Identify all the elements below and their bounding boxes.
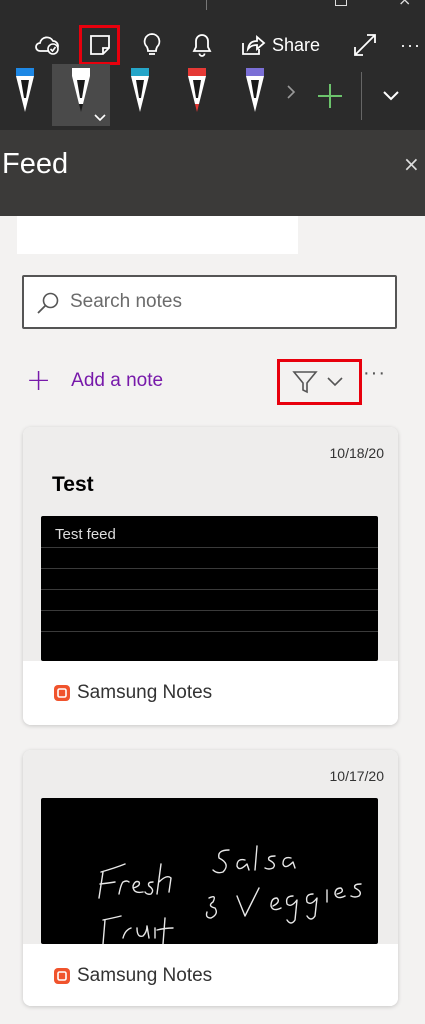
bell-icon [192, 34, 212, 57]
window-close-icon[interactable]: × [398, 0, 411, 8]
sticky-note-icon [89, 35, 110, 55]
pen-red[interactable] [175, 64, 219, 126]
note-source: Samsung Notes [23, 944, 398, 1006]
note-card[interactable]: 10/18/20 Test Test feed Samsung Notes [23, 427, 398, 725]
thumbnail-text: Test feed [55, 526, 116, 543]
title-bar-separator [206, 0, 207, 10]
ruled-line [41, 610, 378, 611]
expand-button[interactable] [350, 28, 380, 62]
note-card-body: 10/18/20 Test Test feed [23, 427, 398, 661]
pen-icon [16, 68, 34, 112]
feed-button[interactable] [79, 25, 120, 65]
expand-icon [354, 34, 376, 56]
note-source: Samsung Notes [23, 661, 398, 725]
chevron-down-icon [94, 114, 106, 122]
note-thumbnail [41, 798, 378, 944]
add-note-button[interactable]: + Add a note [26, 365, 163, 397]
pen-gallery [0, 64, 425, 126]
pen-white-selected[interactable] [52, 64, 110, 126]
chevron-down-icon [327, 377, 343, 387]
plus-icon: + [26, 363, 52, 398]
chevron-down-icon[interactable] [382, 90, 400, 102]
ruled-line [41, 631, 378, 632]
ribbon-toolbar: × Share [0, 0, 425, 130]
note-thumbnail: Test feed [41, 516, 378, 661]
note-source-label: Samsung Notes [77, 682, 213, 703]
pen-icon [72, 68, 90, 112]
feed-banner [17, 216, 298, 254]
search-icon [37, 292, 59, 314]
pen-black-teal-band[interactable] [118, 64, 162, 126]
filter-icon [292, 371, 318, 394]
pen-galaxy[interactable] [233, 64, 277, 126]
handwriting-drawing [98, 845, 362, 944]
ideas-button[interactable] [137, 28, 167, 62]
filter-button[interactable] [277, 359, 362, 405]
share-label: Share [272, 34, 321, 55]
note-date: 10/18/20 [329, 445, 385, 461]
share-icon [242, 35, 266, 55]
search-box[interactable] [22, 275, 397, 329]
share-button[interactable]: Share [240, 28, 325, 62]
pen-icon [188, 68, 206, 112]
ruled-line [41, 547, 378, 548]
feed-title: Feed [2, 148, 69, 180]
window-restore-icon[interactable] [335, 0, 347, 6]
more-options-button[interactable]: ··· [363, 362, 386, 385]
add-note-label: Add a note [71, 370, 164, 391]
chevron-right-icon[interactable] [286, 84, 296, 100]
cloud-sync-icon [35, 36, 59, 55]
samsung-notes-icon [54, 685, 70, 701]
note-card[interactable]: 10/17/20 Samsung Notes [23, 750, 398, 1006]
sync-status-button[interactable] [30, 28, 64, 62]
add-pen-icon[interactable] [316, 82, 344, 110]
notifications-button[interactable] [187, 28, 217, 62]
ruled-line [41, 568, 378, 569]
toolbar-divider [361, 72, 362, 120]
pen-icon [131, 68, 149, 112]
search-input[interactable] [70, 287, 380, 317]
pen-black-blue-band[interactable] [3, 64, 47, 126]
ruled-line [41, 589, 378, 590]
pen-icon [246, 68, 264, 112]
toolbar-more-button[interactable]: ··· [400, 28, 425, 62]
lightbulb-icon [143, 33, 161, 55]
note-card-body: 10/17/20 [23, 750, 398, 944]
feed-header: Feed × [0, 130, 425, 216]
note-date: 10/17/20 [329, 768, 385, 784]
samsung-notes-icon [54, 968, 70, 984]
note-title: Test [52, 473, 94, 496]
close-icon[interactable]: × [403, 152, 420, 176]
note-source-label: Samsung Notes [77, 965, 213, 986]
